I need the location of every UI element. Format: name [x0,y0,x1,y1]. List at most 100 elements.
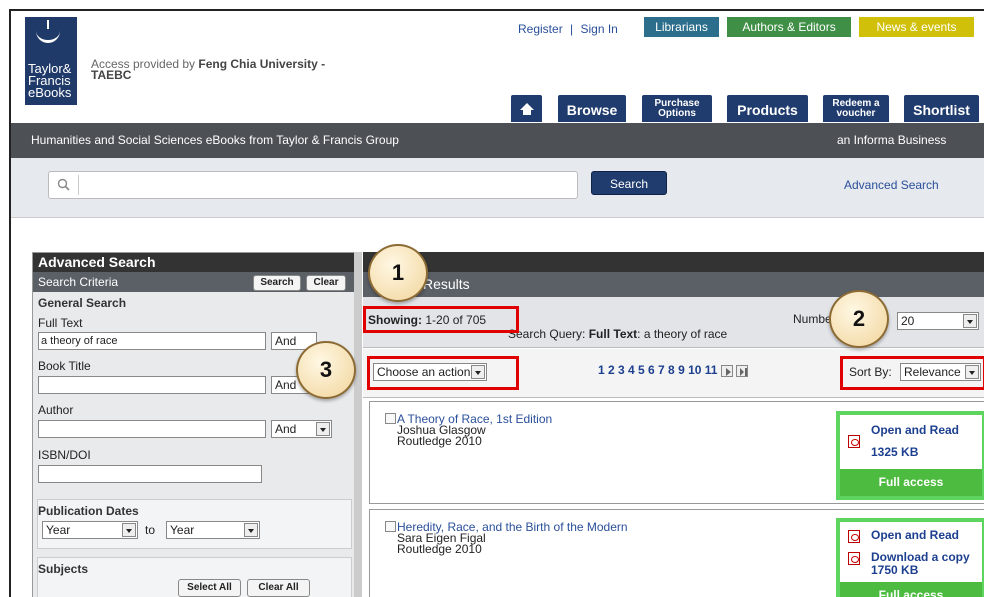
sign-in-link[interactable]: Sign In [581,22,618,36]
results-top-bar [363,252,984,272]
home-button[interactable] [511,95,542,122]
news-events-tab[interactable]: News & events [859,17,974,37]
result-meta: Joshua Glasgow Routledge 2010 [397,424,486,448]
isbn-label: ISBN/DOI [38,448,91,462]
purchase-line-2: Options [658,108,696,119]
sort-highlight-box [840,356,984,390]
op1-value: And [275,334,297,348]
search-button[interactable]: Search [591,171,667,195]
redeem-line-2: voucher [836,108,876,119]
panel-splitter [354,252,362,597]
chevron-down-icon [316,422,330,436]
result-publisher: Routledge 2010 [397,434,482,448]
result-checkbox[interactable] [385,521,396,532]
access-provided-text: Access provided by Feng Chia University … [91,57,391,82]
search-input[interactable] [48,171,578,199]
number-per-page-label: Numbe [793,312,832,326]
showing-highlight-box [363,306,519,333]
redeem-voucher-button[interactable]: Redeem a voucher [823,95,889,122]
chevron-down-icon [244,523,258,537]
year-to-value: Year [170,523,195,537]
full-access-badge: Full access [840,582,982,597]
result-meta: Sara Eigen Figal Routledge 2010 [397,532,486,556]
chevron-down-icon [963,314,977,328]
criteria-clear-button[interactable]: Clear [306,275,346,291]
chevron-down-icon [122,523,136,537]
access-org: Feng Chia University - [198,57,326,71]
file-size: 1325 KB [871,445,919,459]
browse-button[interactable]: Browse [558,95,626,122]
site-banner: Humanities and Social Sciences eBooks fr… [11,123,984,158]
year-from-select[interactable]: Year [42,521,138,539]
op3-value: And [275,422,297,436]
callout-1: 1 [368,244,428,302]
query-field: Full Text [588,327,638,341]
results-header-text: Results [423,276,470,292]
action-highlight-box [367,356,519,390]
subjects-heading: Subjects [38,562,89,576]
isbn-field[interactable] [38,465,262,483]
last-page-icon[interactable] [736,364,749,377]
open-and-read-link[interactable]: Open and Read [871,528,959,542]
pdf-icon [848,530,860,543]
search-criteria-label: Search Criteria [38,275,119,289]
purchase-options-button[interactable]: Purchase Options [642,95,712,122]
librarians-tab[interactable]: Librarians [644,17,719,37]
results-header: Results [363,272,984,297]
access-box: Open and Read Download a copy 1750 KB Fu… [836,518,984,597]
access-org-2: TAEBC [91,68,132,82]
register-link[interactable]: Register [518,22,563,36]
pdf-icon [848,435,860,448]
file-size: 1750 KB [871,563,919,577]
advanced-search-title: Advanced Search [33,253,356,272]
link-separator: | [570,22,574,36]
pagination[interactable]: 1 2 3 4 5 6 7 8 9 10 11 [598,363,749,377]
select-all-button[interactable]: Select All [178,579,241,597]
year-from-value: Year [46,523,71,537]
page-numbers[interactable]: 1 2 3 4 5 6 7 8 9 10 11 [598,363,717,377]
full-access-badge: Full access [840,469,982,496]
author-label: Author [38,403,74,417]
clear-all-button[interactable]: Clear All [247,579,310,597]
full-text-label: Full Text [38,316,83,330]
logo-line-3: eBooks [28,85,72,100]
callout-3: 3 [296,341,356,399]
per-page-value: 20 [901,314,915,328]
advanced-search-link[interactable]: Advanced Search [844,178,939,192]
shortlist-button[interactable]: Shortlist [904,95,979,122]
author-operator[interactable]: And [271,420,332,438]
per-page-select[interactable]: 20 [897,312,979,330]
search-query: Search Query: Full Text: a theory of rac… [508,327,727,341]
taylor-francis-logo[interactable]: Taylor& Francis eBooks [25,17,77,105]
download-copy-link[interactable]: Download a copy [871,550,970,564]
access-box: Open and Read 1325 KB Full access [836,411,984,500]
author-field[interactable] [38,420,266,438]
full-text-field[interactable]: a theory of race [38,332,266,350]
lamp-icon [36,20,60,43]
browser-viewport: Taylor& Francis eBooks Access provided b… [9,9,984,597]
home-icon [519,103,534,115]
query-value: : a theory of race [637,327,728,341]
result-publisher: Routledge 2010 [397,542,482,556]
search-icon [57,178,70,191]
result-checkbox[interactable] [385,413,396,424]
next-page-icon[interactable] [720,364,733,377]
account-links: Register | Sign In [518,22,618,36]
callout-2: 2 [829,290,889,348]
products-button[interactable]: Products [727,95,808,122]
book-title-field[interactable] [38,376,266,394]
banner-left-text: Humanities and Social Sciences eBooks fr… [31,133,399,147]
criteria-search-button[interactable]: Search [253,275,301,291]
publication-dates-heading: Publication Dates [38,504,139,518]
open-and-read-link[interactable]: Open and Read [871,423,959,437]
search-criteria-bar: Search Criteria Search Clear [33,272,356,292]
book-title-label: Book Title [38,359,91,373]
op2-value: And [275,378,297,392]
query-prefix: Search Query: [508,327,586,341]
authors-editors-tab[interactable]: Authors & Editors [727,17,851,37]
year-to-select[interactable]: Year [166,521,260,539]
advanced-search-panel: Advanced Search Search Criteria Search C… [32,252,357,597]
pdf-icon [848,552,860,565]
banner-right-text: an Informa Business [837,133,947,147]
general-search-heading: General Search [38,296,127,310]
